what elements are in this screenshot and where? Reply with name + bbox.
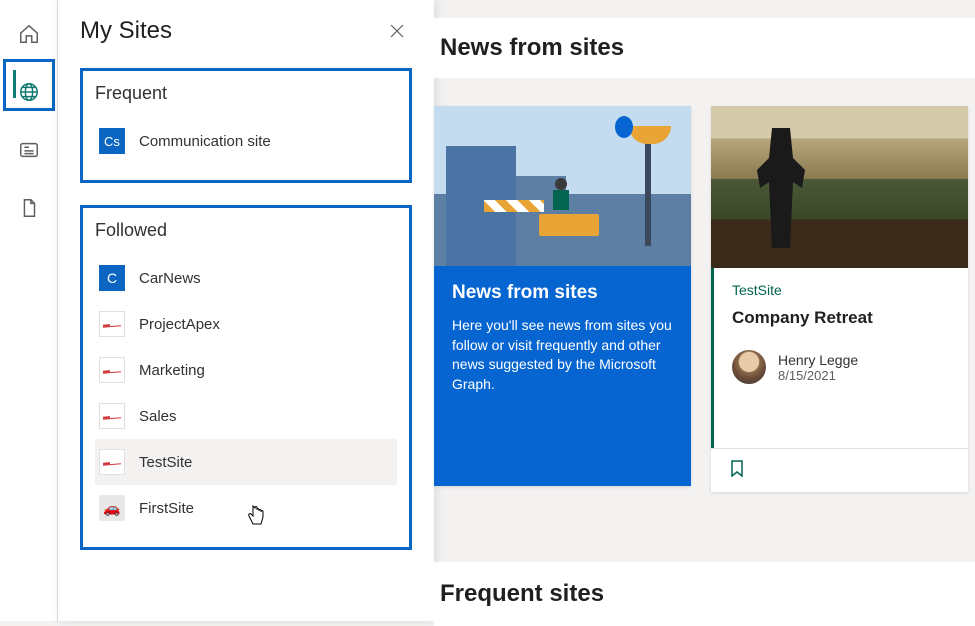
home-icon[interactable] (9, 14, 49, 54)
news-card-author: Henry Legge 8/15/2021 (732, 350, 950, 384)
author-date: 8/15/2021 (778, 368, 858, 383)
news-icon[interactable] (9, 130, 49, 170)
news-card-image (711, 106, 968, 268)
promo-card[interactable]: News from sites Here you'll see news fro… (434, 106, 691, 486)
frequent-sites-header: Frequent sites (434, 562, 975, 626)
news-card-title: Company Retreat (732, 308, 950, 328)
site-item-firstsite[interactable]: 🚗 FirstSite (95, 485, 397, 531)
site-icon (99, 357, 125, 383)
site-icon (99, 403, 125, 429)
news-card-site-link[interactable]: TestSite (732, 282, 950, 298)
site-item-testsite[interactable]: TestSite (95, 439, 397, 485)
site-item-projectapex[interactable]: ProjectApex (95, 301, 397, 347)
site-label: Marketing (139, 362, 205, 379)
site-icon (99, 311, 125, 337)
site-icon: C (99, 265, 125, 291)
news-card-company-retreat[interactable]: TestSite Company Retreat Henry Legge 8/1… (711, 106, 968, 492)
site-item-communication[interactable]: Cs Communication site (95, 118, 397, 164)
active-indicator (13, 70, 16, 98)
site-label: Sales (139, 408, 177, 425)
panel-title: My Sites (80, 17, 172, 45)
nav-rail (0, 0, 58, 621)
frequent-section: Frequent Cs Communication site (80, 68, 412, 183)
files-icon[interactable] (9, 188, 49, 228)
promo-body: Here you'll see news from sites you foll… (452, 316, 673, 394)
promo-illustration (434, 106, 691, 266)
site-icon: 🚗 (99, 495, 125, 521)
avatar (732, 350, 766, 384)
news-cards: News from sites Here you'll see news fro… (434, 106, 975, 492)
site-label: TestSite (139, 454, 192, 471)
promo-title: News from sites (452, 282, 673, 304)
main-content: News from sites News from sites Here you… (434, 0, 975, 621)
author-name: Henry Legge (778, 352, 858, 368)
frequent-list: Cs Communication site (95, 118, 397, 164)
followed-list: C CarNews ProjectApex Marketing Sales Te… (95, 255, 397, 531)
site-item-marketing[interactable]: Marketing (95, 347, 397, 393)
news-card-footer (711, 448, 968, 492)
news-from-sites-header: News from sites (434, 18, 975, 78)
bookmark-icon[interactable] (729, 459, 745, 482)
site-icon: Cs (99, 128, 125, 154)
site-item-sales[interactable]: Sales (95, 393, 397, 439)
site-label: CarNews (139, 270, 201, 287)
followed-heading: Followed (95, 220, 397, 241)
close-icon (389, 23, 405, 39)
site-label: FirstSite (139, 500, 194, 517)
frequent-heading: Frequent (95, 83, 397, 104)
site-item-carnews[interactable]: C CarNews (95, 255, 397, 301)
followed-section: Followed C CarNews ProjectApex Marketing… (80, 205, 412, 550)
close-button[interactable] (382, 16, 412, 46)
site-icon (99, 449, 125, 475)
my-sites-panel: My Sites Frequent Cs Communication site … (58, 0, 434, 621)
site-label: ProjectApex (139, 316, 220, 333)
site-label: Communication site (139, 133, 271, 150)
